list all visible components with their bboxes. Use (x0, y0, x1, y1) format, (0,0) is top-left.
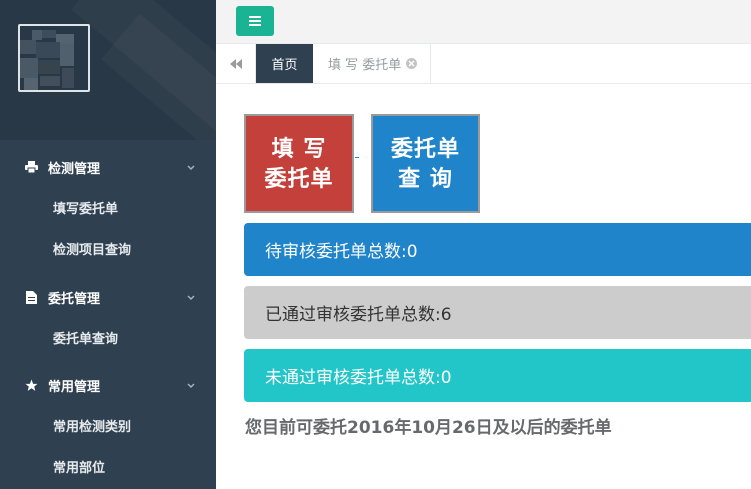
nav-head-label: 常用管理 (48, 379, 101, 395)
commission-date-notice: 您目前可委托2016年10月26日及以后的委托单 (245, 418, 612, 438)
avatar[interactable] (18, 24, 90, 96)
nav-head-commission[interactable]: 委托管理 (0, 277, 216, 317)
tab-bar: 首页 填 写 委托单 (216, 43, 751, 84)
query-order-line2: 查 询 (398, 165, 453, 192)
sidebar-item-common-part[interactable]: 常用部位 (0, 446, 216, 487)
double-chevron-left-icon (229, 58, 242, 69)
failed-count-bar[interactable]: 未通过审核委托单总数:0 (244, 349, 751, 402)
sidebar: 检测管理 填写委托单 检测项目查询 委托管理 委托单查询 常用管理 常用检测类别… (0, 0, 216, 489)
document-icon (24, 290, 38, 304)
chevron-down-icon (186, 292, 196, 302)
nav-group-common: 常用管理 常用检测类别 常用部位 (0, 365, 216, 487)
fill-form-line2: 委托单 (264, 165, 334, 192)
close-icon[interactable] (406, 58, 418, 69)
nav-group-inspection: 检测管理 填写委托单 检测项目查询 (0, 147, 216, 269)
query-order-line1: 委托单 (390, 135, 460, 162)
fill-form-line1: 填 写 (271, 135, 327, 162)
fill-form-button[interactable]: 填 写 委托单 (244, 114, 354, 213)
chevron-down-icon (186, 162, 196, 172)
sidebar-item-fill-form[interactable]: 填写委托单 (0, 187, 216, 228)
passed-count-bar[interactable]: 已通过审核委托单总数:6 (244, 286, 751, 339)
link-underline (355, 157, 359, 158)
nav-head-label: 检测管理 (48, 161, 101, 177)
menu-toggle-button[interactable] (236, 6, 274, 36)
nav-head-inspection[interactable]: 检测管理 (0, 147, 216, 187)
tab-label: 填 写 委托单 (328, 58, 402, 73)
hamburger-icon (249, 14, 261, 28)
sidebar-header (0, 0, 216, 140)
query-order-button[interactable]: 委托单 查 询 (371, 114, 480, 213)
tab-home[interactable]: 首页 (256, 44, 313, 83)
printer-icon (24, 160, 38, 174)
chevron-down-icon (186, 380, 196, 390)
sidebar-item-project-query[interactable]: 检测项目查询 (0, 228, 216, 269)
nav-head-label: 委托管理 (48, 291, 101, 307)
pending-count-bar[interactable]: 待审核委托单总数:0 (244, 223, 751, 276)
main-content: 填 写 委托单 委托单 查 询 待审核委托单总数:0 已通过审核委托单总数:6 … (216, 84, 751, 489)
tab-scroll-left-button[interactable] (216, 44, 256, 83)
topbar (216, 0, 751, 43)
star-icon (24, 378, 38, 392)
nav-head-common[interactable]: 常用管理 (0, 365, 216, 405)
sidebar-item-order-query[interactable]: 委托单查询 (0, 317, 216, 358)
nav-group-commission: 委托管理 委托单查询 (0, 277, 216, 358)
sidebar-item-common-category[interactable]: 常用检测类别 (0, 405, 216, 446)
tab-fill-form[interactable]: 填 写 委托单 (313, 44, 431, 83)
